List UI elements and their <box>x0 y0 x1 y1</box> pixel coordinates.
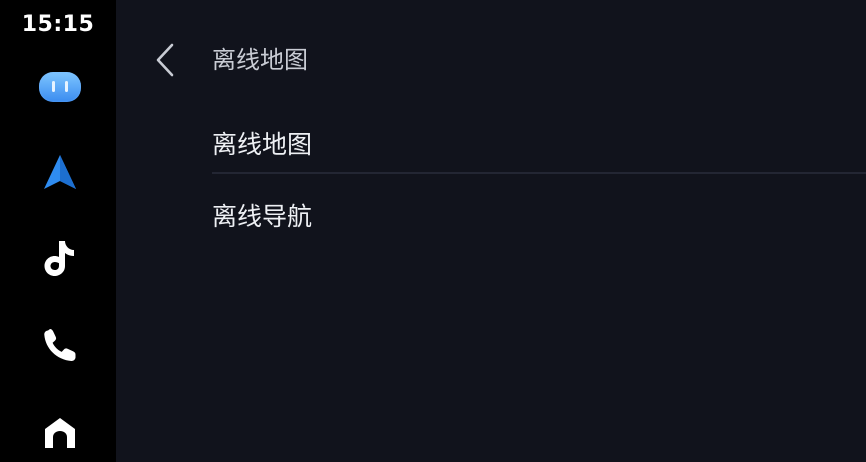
home-icon <box>45 418 75 448</box>
list-item-offline-map[interactable]: 离线地图 <box>212 115 866 171</box>
back-button[interactable] <box>150 40 180 80</box>
list-item-offline-navigation[interactable]: 离线导航 <box>212 187 866 243</box>
divider <box>212 172 866 174</box>
phone-icon <box>44 329 76 362</box>
carplay-screen: 15:15 离线地图 离线地图 离线导航 <box>0 0 866 462</box>
dock-item-navigation[interactable] <box>30 148 90 198</box>
list-item-label: 离线地图 <box>212 130 313 159</box>
status-clock: 15:15 <box>21 12 95 37</box>
dock-item-music[interactable] <box>30 233 90 283</box>
dock-item-phone[interactable] <box>30 320 90 370</box>
assistant-eye-left <box>52 81 55 92</box>
dock-item-assistant[interactable] <box>30 62 90 112</box>
dock-item-home[interactable] <box>30 408 90 458</box>
music-note-icon <box>44 241 74 276</box>
assistant-eye-right <box>65 81 68 92</box>
page-title: 离线地图 <box>212 46 308 74</box>
navigation-arrow-icon <box>44 155 76 189</box>
list-item-label: 离线导航 <box>212 202 313 231</box>
side-dock: 15:15 <box>0 0 116 462</box>
chevron-left-icon <box>156 43 174 77</box>
main-panel: 离线地图 离线地图 离线导航 <box>116 0 866 462</box>
assistant-face-icon <box>39 72 81 102</box>
